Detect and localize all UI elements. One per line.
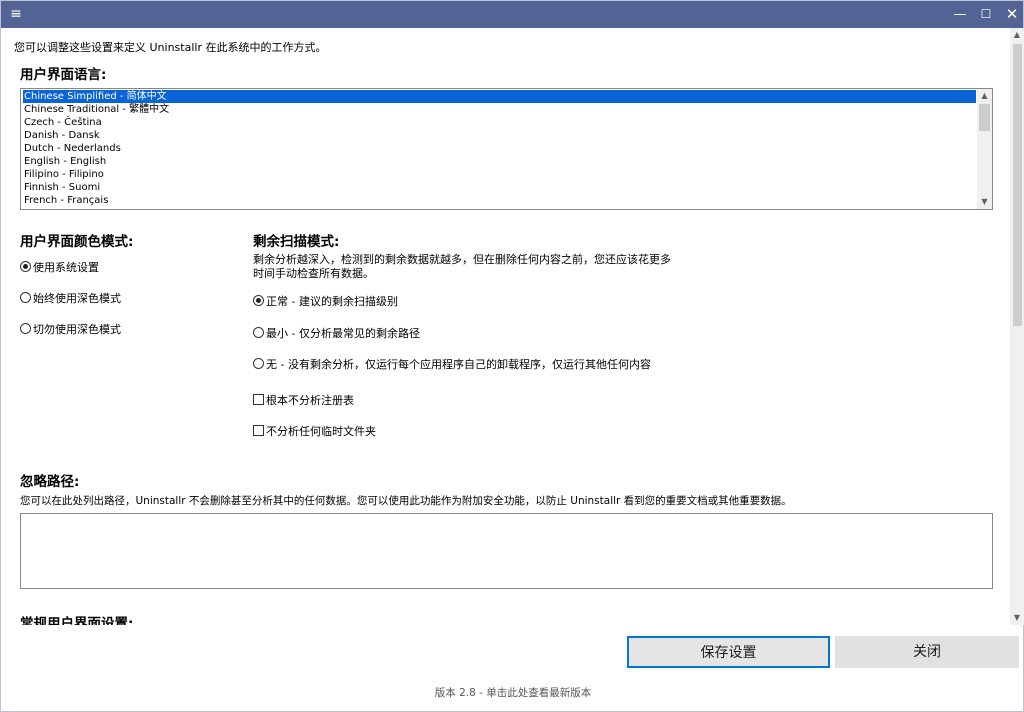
menu-icon[interactable]: ≡ xyxy=(1,1,31,28)
scan-option-minimal[interactable]: 最小 - 仅分析最常见的剩余路径 xyxy=(253,327,420,341)
radio-label: 切勿使用深色模式 xyxy=(33,323,121,336)
language-item[interactable]: Czech - Čeština xyxy=(23,116,976,129)
color-mode-option-always-dark[interactable]: 始终使用深色模式 xyxy=(20,292,121,306)
radio-button[interactable] xyxy=(253,295,264,306)
title-bar: ≡ — ☐ ✕ xyxy=(1,1,1023,28)
language-item[interactable]: French - Français xyxy=(23,194,976,207)
save-settings-button[interactable]: 保存设置 xyxy=(627,636,830,668)
radio-label: 始终使用深色模式 xyxy=(33,292,121,305)
skip-registry-checkbox-row[interactable]: 根本不分析注册表 xyxy=(253,394,354,408)
ignore-paths-textarea[interactable] xyxy=(20,513,993,589)
settings-window: ≡ — ☐ ✕ 您可以调整这些设置来定义 Uninstallr 在此系统中的工作… xyxy=(0,0,1024,712)
language-item[interactable]: Chinese Traditional - 繁體中文 xyxy=(23,103,976,116)
ignore-paths-description: 您可以在此处列出路径，Uninstallr 不会删除甚至分析其中的任何数据。您可… xyxy=(20,495,792,507)
ignore-paths-heading: 忽略路径: xyxy=(20,474,80,490)
language-item[interactable]: Finnish - Suomi xyxy=(23,181,976,194)
checkbox[interactable] xyxy=(253,425,264,436)
scroll-down-icon[interactable]: ▼ xyxy=(977,195,992,209)
color-mode-heading: 用户界面颜色模式: xyxy=(20,234,134,250)
checkbox-label: 不分析任何临时文件夹 xyxy=(266,425,376,438)
radio-label: 使用系统设置 xyxy=(33,261,99,274)
radio-button[interactable] xyxy=(253,358,264,369)
scroll-thumb[interactable] xyxy=(1013,44,1022,326)
radio-button[interactable] xyxy=(20,292,31,303)
language-item[interactable]: English - English xyxy=(23,155,976,168)
scroll-thumb[interactable] xyxy=(979,104,990,131)
leftover-scan-description: 剩余分析越深入，检测到的剩余数据就越多，但在删除任何内容之前，您还应该花更多 xyxy=(253,253,671,266)
scroll-up-icon[interactable]: ▲ xyxy=(1010,28,1024,42)
radio-label: 最小 - 仅分析最常见的剩余路径 xyxy=(266,327,420,340)
color-mode-option-system[interactable]: 使用系统设置 xyxy=(20,261,99,275)
checkbox[interactable] xyxy=(253,394,264,405)
language-item[interactable]: Danish - Dansk xyxy=(23,129,976,142)
settings-content: 您可以调整这些设置来定义 Uninstallr 在此系统中的工作方式。 用户界面… xyxy=(2,28,1010,625)
language-item[interactable]: Chinese Simplified - 简体中文 xyxy=(23,90,976,103)
checkbox-label: 根本不分析注册表 xyxy=(266,394,354,407)
radio-label: 正常 - 建议的剩余扫描级别 xyxy=(266,295,398,308)
close-button[interactable]: 关闭 xyxy=(835,636,1019,668)
close-icon[interactable]: ✕ xyxy=(997,1,1024,28)
color-mode-option-never-dark[interactable]: 切勿使用深色模式 xyxy=(20,323,121,337)
language-heading: 用户界面语言: xyxy=(20,67,107,83)
language-item[interactable]: Dutch - Nederlands xyxy=(23,142,976,155)
scan-option-none[interactable]: 无 - 没有剩余分析，仅运行每个应用程序自己的卸载程序，仅运行其他任何内容 xyxy=(253,358,651,372)
main-scrollbar[interactable]: ▲ ▼ xyxy=(1010,28,1024,625)
radio-button[interactable] xyxy=(20,261,31,272)
scroll-down-icon[interactable]: ▼ xyxy=(1010,611,1024,625)
language-list-scrollbar[interactable]: ▲ ▼ xyxy=(977,89,992,209)
radio-button[interactable] xyxy=(20,323,31,334)
scan-option-normal[interactable]: 正常 - 建议的剩余扫描级别 xyxy=(253,295,398,309)
intro-text: 您可以调整这些设置来定义 Uninstallr 在此系统中的工作方式。 xyxy=(14,41,327,54)
general-ui-heading: 常规用户界面设置: xyxy=(20,616,134,625)
radio-label: 无 - 没有剩余分析，仅运行每个应用程序自己的卸载程序，仅运行其他任何内容 xyxy=(266,358,651,371)
leftover-scan-heading: 剩余扫描模式: xyxy=(253,234,340,250)
version-footer-link[interactable]: 版本 2.8 - 单击此处查看最新版本 xyxy=(1,685,1024,700)
scroll-up-icon[interactable]: ▲ xyxy=(977,89,992,103)
radio-button[interactable] xyxy=(253,327,264,338)
language-list[interactable]: Chinese Simplified - 简体中文 Chinese Tradit… xyxy=(20,88,993,210)
leftover-scan-description-2: 时间手动检查所有数据。 xyxy=(253,267,374,280)
skip-temp-checkbox-row[interactable]: 不分析任何临时文件夹 xyxy=(253,425,376,439)
language-item[interactable]: Filipino - Filipino xyxy=(23,168,976,181)
